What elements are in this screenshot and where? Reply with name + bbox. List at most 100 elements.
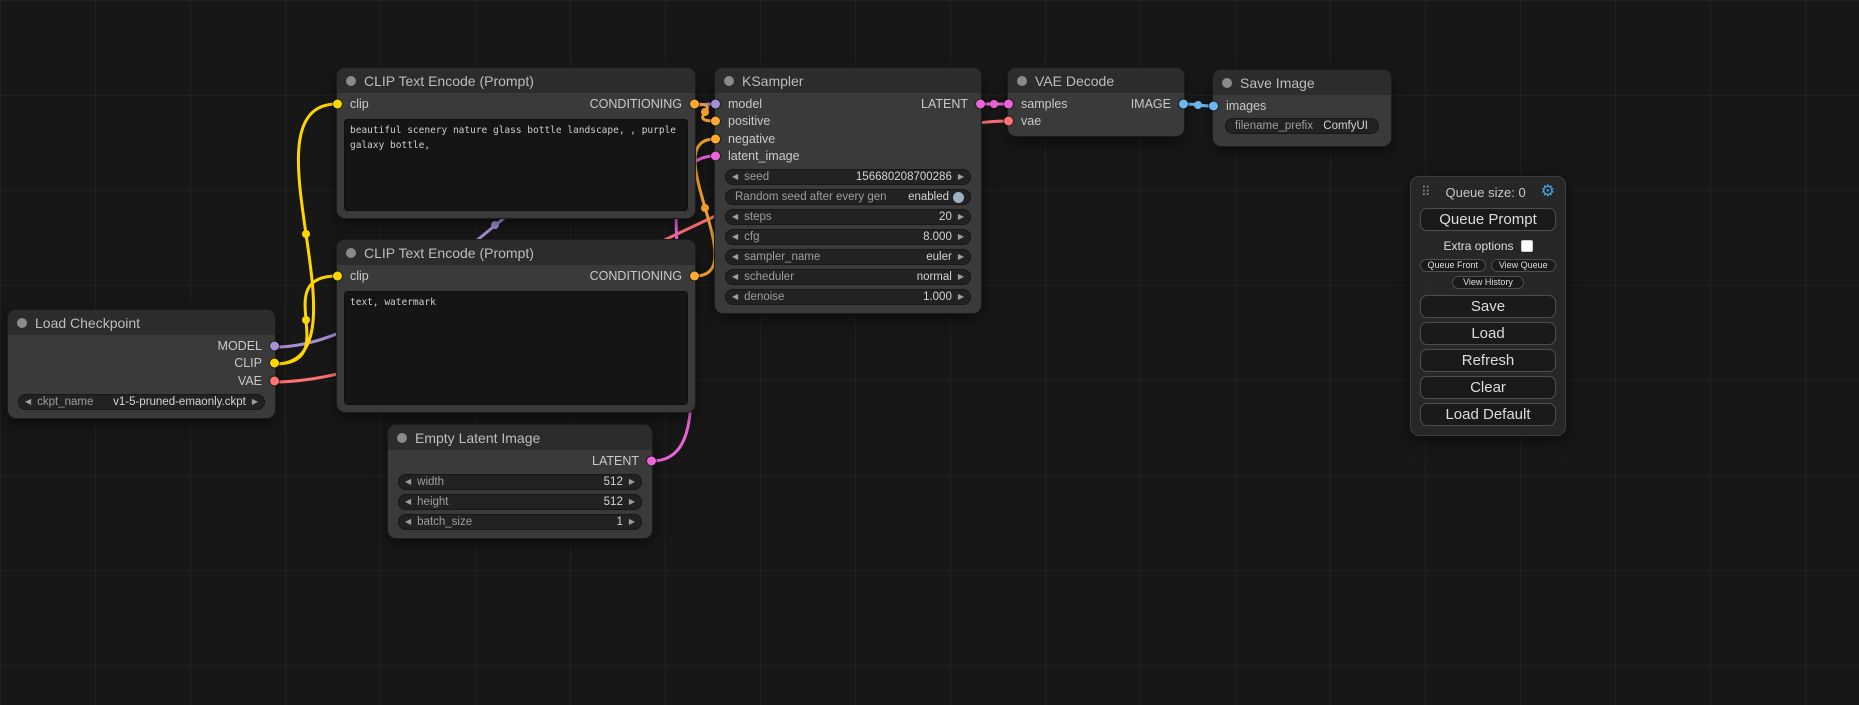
output-slot-vae[interactable]: VAE (8, 372, 275, 390)
output-slot-image[interactable]: IMAGE (1094, 95, 1184, 113)
input-dot-images[interactable] (1209, 101, 1218, 110)
input-dot-clip[interactable] (333, 99, 342, 108)
refresh-button[interactable]: Refresh (1420, 349, 1556, 372)
load-default-button[interactable]: Load Default (1420, 403, 1556, 426)
queue-prompt-button[interactable]: Queue Prompt (1420, 208, 1556, 231)
output-dot-conditioning[interactable] (690, 271, 699, 280)
arrow-right-icon[interactable]: ▶ (958, 173, 964, 181)
node-empty-latent-image[interactable]: Empty Latent Image LATENT ◀ width 512 ▶ … (388, 425, 652, 538)
node-load-checkpoint[interactable]: Load Checkpoint MODEL CLIP VAE ◀ ckpt_na… (8, 310, 275, 418)
collapse-dot-icon[interactable] (346, 248, 356, 258)
widget-random-seed-toggle[interactable]: Random seed after every gen enabled (725, 189, 971, 205)
input-slot-clip[interactable]: clip (337, 267, 369, 285)
node-clip-text-encode-negative[interactable]: CLIP Text Encode (Prompt) clip CONDITION… (337, 240, 695, 412)
load-button[interactable]: Load (1420, 322, 1556, 345)
arrow-right-icon[interactable]: ▶ (958, 273, 964, 281)
input-dot-model[interactable] (711, 99, 720, 108)
widget-denoise[interactable]: ◀ denoise 1.000 ▶ (725, 289, 971, 305)
arrow-left-icon[interactable]: ◀ (732, 213, 738, 221)
drag-handle-icon[interactable]: ⠿ (1421, 184, 1431, 200)
output-slot-latent[interactable]: LATENT (388, 452, 652, 470)
input-slot-negative[interactable]: negative (715, 130, 981, 148)
arrow-left-icon[interactable]: ◀ (732, 293, 738, 301)
arrow-left-icon[interactable]: ◀ (732, 233, 738, 241)
input-slot-latent-image[interactable]: latent_image (715, 148, 981, 166)
node-titlebar[interactable]: KSampler (715, 68, 981, 93)
input-dot-vae[interactable] (1004, 117, 1013, 126)
node-ksampler[interactable]: KSampler model positive negative latent_… (715, 68, 981, 313)
toggle-knob[interactable] (953, 192, 964, 203)
collapse-dot-icon[interactable] (1222, 78, 1232, 88)
queue-front-button[interactable]: Queue Front (1420, 259, 1486, 272)
node-titlebar[interactable]: Empty Latent Image (388, 425, 652, 450)
gear-icon[interactable]: ⚙ (1541, 184, 1555, 200)
input-dot-negative[interactable] (711, 134, 720, 143)
widget-batch-size[interactable]: ◀ batch_size 1 ▶ (398, 514, 642, 530)
output-dot-clip[interactable] (270, 359, 279, 368)
clear-button[interactable]: Clear (1420, 376, 1556, 399)
arrow-right-icon[interactable]: ▶ (629, 478, 635, 486)
output-dot-conditioning[interactable] (690, 99, 699, 108)
arrow-right-icon[interactable]: ▶ (958, 253, 964, 261)
arrow-right-icon[interactable]: ▶ (958, 293, 964, 301)
collapse-dot-icon[interactable] (346, 76, 356, 86)
input-slot-images[interactable]: images (1213, 97, 1391, 115)
prompt-textarea[interactable]: text, watermark (344, 291, 688, 405)
output-dot-image[interactable] (1179, 99, 1188, 108)
output-slot-model[interactable]: MODEL (8, 337, 275, 355)
collapse-dot-icon[interactable] (397, 433, 407, 443)
node-clip-text-encode-positive[interactable]: CLIP Text Encode (Prompt) clip CONDITION… (337, 68, 695, 218)
input-slot-positive[interactable]: positive (715, 113, 981, 131)
node-vae-decode[interactable]: VAE Decode samples vae IMAGE (1008, 68, 1184, 136)
input-slot-clip[interactable]: clip (337, 95, 369, 113)
output-slot-clip[interactable]: CLIP (8, 355, 275, 373)
arrow-right-icon[interactable]: ▶ (252, 398, 258, 406)
view-history-button[interactable]: View History (1452, 276, 1524, 289)
widget-filename-prefix[interactable]: filename_prefix ComfyUI (1225, 118, 1379, 134)
arrow-left-icon[interactable]: ◀ (732, 173, 738, 181)
widget-seed[interactable]: ◀ seed 156680208700286 ▶ (725, 169, 971, 185)
arrow-right-icon[interactable]: ▶ (958, 233, 964, 241)
node-titlebar[interactable]: Save Image (1213, 70, 1391, 95)
output-dot-model[interactable] (270, 341, 279, 350)
arrow-right-icon[interactable]: ▶ (958, 213, 964, 221)
output-slot-conditioning[interactable]: CONDITIONING (590, 95, 695, 113)
node-titlebar[interactable]: CLIP Text Encode (Prompt) (337, 240, 695, 265)
widget-steps[interactable]: ◀ steps 20 ▶ (725, 209, 971, 225)
arrow-left-icon[interactable]: ◀ (405, 478, 411, 486)
widget-height[interactable]: ◀ height 512 ▶ (398, 494, 642, 510)
output-slot-latent[interactable]: LATENT (851, 95, 981, 113)
arrow-right-icon[interactable]: ▶ (629, 518, 635, 526)
extra-options-checkbox[interactable] (1521, 240, 1533, 252)
input-dot-samples[interactable] (1004, 99, 1013, 108)
widget-cfg[interactable]: ◀ cfg 8.000 ▶ (725, 229, 971, 245)
widget-width[interactable]: ◀ width 512 ▶ (398, 474, 642, 490)
arrow-left-icon[interactable]: ◀ (405, 518, 411, 526)
input-dot-clip[interactable] (333, 271, 342, 280)
collapse-dot-icon[interactable] (724, 76, 734, 86)
input-slot-vae[interactable]: vae (1008, 113, 1184, 131)
arrow-left-icon[interactable]: ◀ (732, 273, 738, 281)
node-save-image[interactable]: Save Image images filename_prefix ComfyU… (1213, 70, 1391, 146)
arrow-left-icon[interactable]: ◀ (405, 498, 411, 506)
node-graph-canvas[interactable]: Load Checkpoint MODEL CLIP VAE ◀ ckpt_na… (0, 0, 1859, 705)
arrow-left-icon[interactable]: ◀ (25, 398, 31, 406)
collapse-dot-icon[interactable] (1017, 76, 1027, 86)
widget-scheduler[interactable]: ◀ scheduler normal ▶ (725, 269, 971, 285)
widget-ckpt-name[interactable]: ◀ ckpt_name v1-5-pruned-emaonly.ckpt ▶ (18, 394, 265, 410)
widget-sampler-name[interactable]: ◀ sampler_name euler ▶ (725, 249, 971, 265)
node-titlebar[interactable]: CLIP Text Encode (Prompt) (337, 68, 695, 93)
node-titlebar[interactable]: VAE Decode (1008, 68, 1184, 93)
arrow-right-icon[interactable]: ▶ (629, 498, 635, 506)
output-dot-latent[interactable] (647, 456, 656, 465)
save-button[interactable]: Save (1420, 295, 1556, 318)
output-slot-conditioning[interactable]: CONDITIONING (590, 267, 695, 285)
arrow-left-icon[interactable]: ◀ (732, 253, 738, 261)
prompt-textarea[interactable]: beautiful scenery nature glass bottle la… (344, 119, 688, 211)
output-dot-latent[interactable] (976, 99, 985, 108)
input-dot-latent-image[interactable] (711, 152, 720, 161)
input-dot-positive[interactable] (711, 117, 720, 126)
collapse-dot-icon[interactable] (17, 318, 27, 328)
node-titlebar[interactable]: Load Checkpoint (8, 310, 275, 335)
output-dot-vae[interactable] (270, 376, 279, 385)
